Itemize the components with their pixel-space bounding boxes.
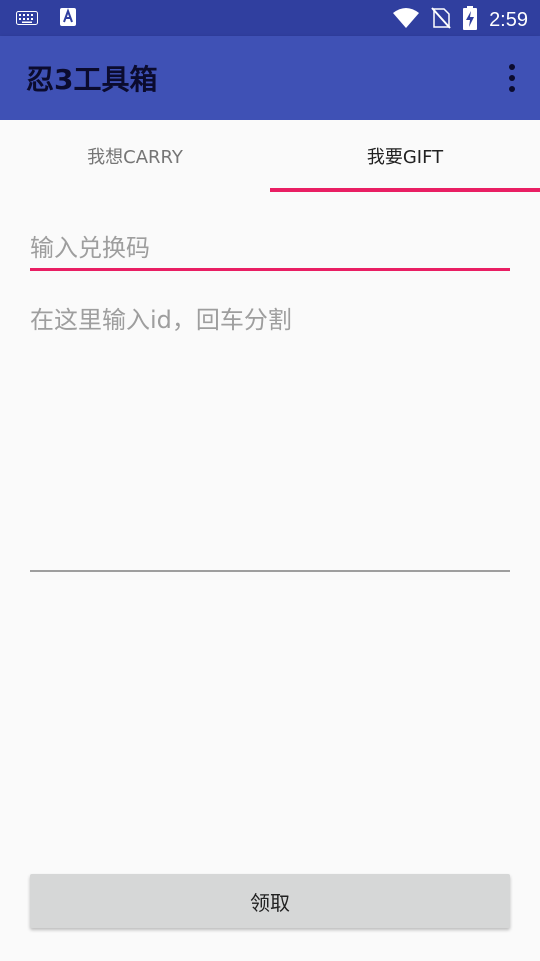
text-app-icon <box>60 8 76 30</box>
claim-button[interactable]: 领取 <box>30 874 510 928</box>
tab-gift[interactable]: 我要GIFT <box>270 120 540 192</box>
tab-indicator <box>270 188 540 192</box>
overflow-menu-icon[interactable] <box>504 64 520 92</box>
no-sim-icon <box>431 7 451 33</box>
status-bar: 2:59 <box>0 0 540 36</box>
wifi-icon <box>393 8 420 32</box>
battery-charging-icon <box>463 6 478 34</box>
redeem-code-input[interactable] <box>30 228 510 271</box>
tab-carry[interactable]: 我想CARRY <box>0 120 270 192</box>
keyboard-icon <box>16 10 38 29</box>
app-bar: 忍3工具箱 <box>0 36 540 120</box>
app-title: 忍3工具箱 <box>26 63 158 96</box>
tab-bar: 我想CARRY 我要GIFT <box>0 120 540 192</box>
ids-textarea[interactable] <box>30 300 510 572</box>
clock: 2:59 <box>489 8 528 31</box>
